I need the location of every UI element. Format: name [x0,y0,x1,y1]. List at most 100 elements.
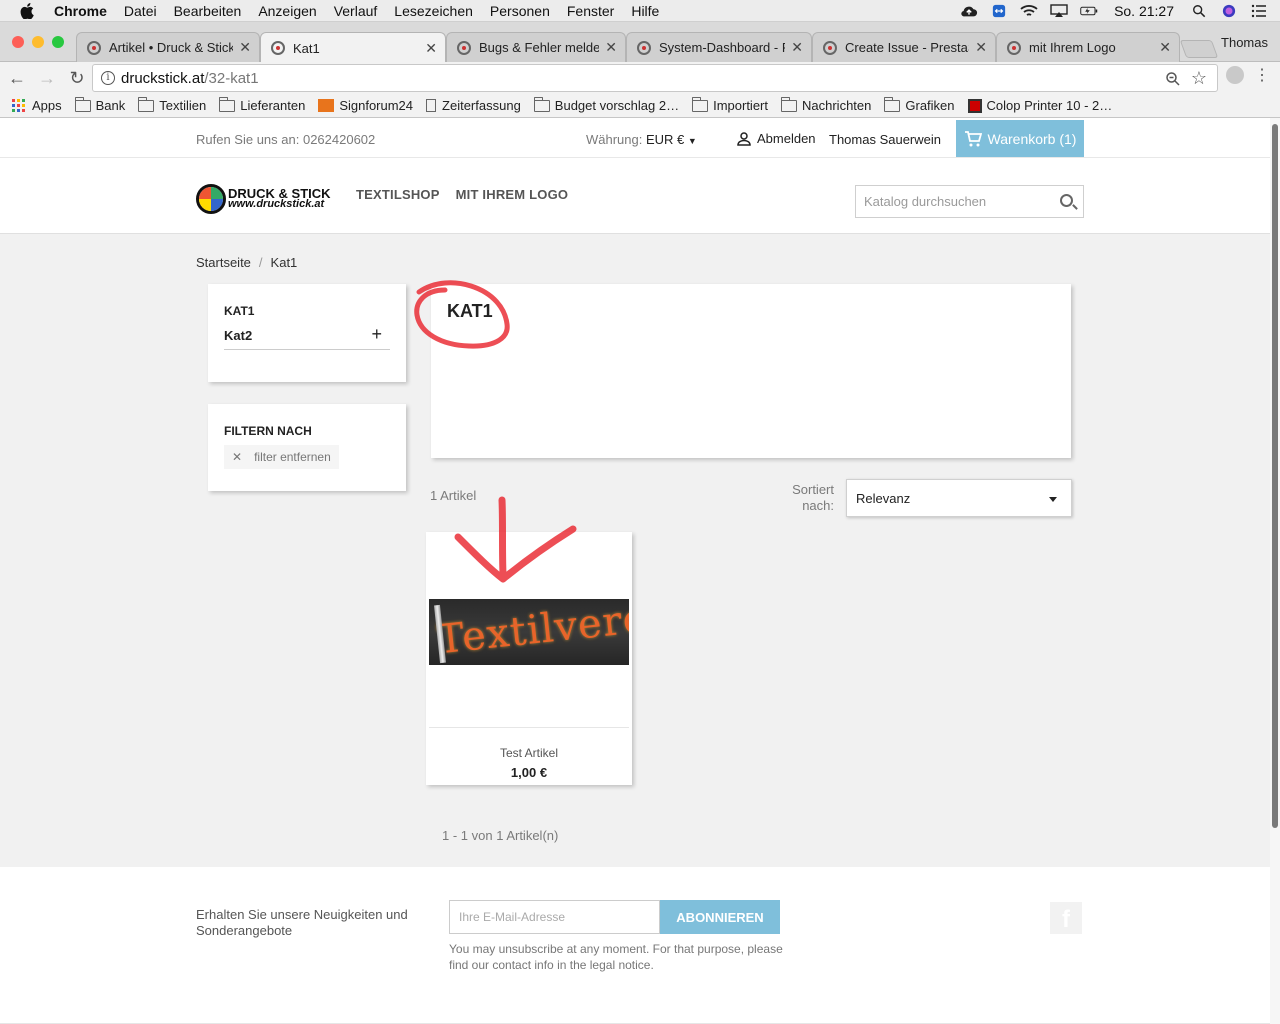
apple-icon[interactable] [20,2,36,19]
product-name[interactable]: Test Artikel [426,746,632,760]
sort-select[interactable]: Relevanz [846,479,1072,517]
bookmark-lieferanten[interactable]: Lieferanten [219,96,306,113]
tab-create-issue[interactable]: Create Issue - PrestaS ✕ [812,32,996,62]
url-path: /32-kat1 [204,69,259,87]
menu-app-name[interactable]: Chrome [54,3,107,19]
siri-icon[interactable] [1220,4,1238,18]
zoom-window-button[interactable] [52,36,64,48]
reload-icon[interactable]: ↻ [64,65,90,91]
menu-anzeigen[interactable]: Anzeigen [258,3,316,19]
menu-hilfe[interactable]: Hilfe [631,3,659,19]
pagination-summary: 1 - 1 von 1 Artikel(n) [442,828,559,843]
teamviewer-icon[interactable] [990,4,1008,18]
bookmark-zeiterfassung[interactable]: Zeiterfassung [426,98,521,113]
newsletter-text: Erhalten Sie unsere Neuigkeiten und Sond… [196,907,408,938]
bookmark-signforum24[interactable]: Signforum24 [318,98,413,113]
breadcrumb-home[interactable]: Startseite [196,255,251,270]
bookmark-nachrichten[interactable]: Nachrichten [781,96,871,113]
address-bar[interactable]: i druckstick.at/32-kat1 ☆ [92,64,1218,92]
tab-artikel[interactable]: Artikel • Druck & Stick ✕ [76,32,260,62]
site-info-icon[interactable]: i [101,71,115,85]
extension-icon[interactable] [1226,66,1244,84]
subscribe-button[interactable]: ABONNIEREN [660,900,780,934]
nav-textilshop[interactable]: TEXTILSHOP [356,187,440,202]
forward-arrow-icon[interactable]: → [34,65,60,91]
close-tab-icon[interactable]: ✕ [1159,39,1171,56]
email-placeholder: Ihre E-Mail-Adresse [459,910,566,924]
bookmark-bank[interactable]: Bank [74,96,125,113]
menu-fenster[interactable]: Fenster [567,3,614,19]
menu-lesezeichen[interactable]: Lesezeichen [394,3,473,19]
mac-menu-bar: Chrome Datei Bearbeiten Anzeigen Verlauf… [0,0,1280,22]
logout-link[interactable]: Abmelden [737,131,816,146]
category-tree-title[interactable]: KAT1 [224,304,254,318]
search-icon[interactable] [1060,194,1073,207]
tab-kat1[interactable]: Kat1 ✕ [260,32,446,63]
subcategory-item[interactable]: Kat2 + [224,324,390,350]
bookmark-grafiken[interactable]: Grafiken [884,96,955,113]
close-tab-icon[interactable]: ✕ [791,39,803,56]
tab-title: mit Ihrem Logo [1029,40,1116,55]
bookmark-label: Apps [32,98,62,113]
facebook-icon[interactable]: f [1050,902,1082,934]
product-image[interactable]: Textilvered [429,599,629,665]
close-window-button[interactable] [12,36,24,48]
logout-label: Abmelden [757,131,816,146]
close-tab-icon[interactable]: ✕ [239,39,251,56]
currency-value: EUR € [646,132,685,147]
new-tab-button[interactable] [1179,40,1219,58]
zoom-icon[interactable] [1165,71,1181,87]
tab-title: Artikel • Druck & Stick [109,40,234,55]
back-arrow-icon[interactable]: ← [4,65,30,91]
close-tab-icon[interactable]: ✕ [975,39,987,56]
catalog-search-input[interactable]: Katalog durchsuchen [855,185,1084,218]
bookmark-importiert[interactable]: Importiert [692,96,768,113]
site-favicon-icon [87,40,101,55]
expand-plus-icon[interactable]: + [371,324,382,345]
wifi-icon[interactable] [1020,4,1038,18]
menu-verlauf[interactable]: Verlauf [334,3,378,19]
bookmark-label: Lieferanten [240,98,306,113]
menu-personen[interactable]: Personen [490,3,550,19]
category-tree-block: KAT1 Kat2 + [208,284,406,382]
tab-mit-ihrem-logo[interactable]: mit Ihrem Logo ✕ [996,32,1180,62]
nav-mit-ihrem-logo[interactable]: MIT IHREM LOGO [456,187,569,202]
tab-bugs[interactable]: Bugs & Fehler melden ✕ [446,32,626,62]
close-tab-icon[interactable]: ✕ [425,40,437,57]
bookmark-apps[interactable]: Apps [12,98,62,113]
account-name-link[interactable]: Thomas Sauerwein [829,132,941,147]
bookmark-textilien[interactable]: Textilien [138,96,206,113]
menu-bearbeiten[interactable]: Bearbeiten [174,3,242,19]
cart-button[interactable]: Warenkorb (1) [956,120,1084,157]
scrollbar-thumb[interactable] [1272,124,1278,828]
shop-logo[interactable]: DRUCK & STICK www.druckstick.at [196,184,331,214]
notification-center-icon[interactable] [1250,4,1268,18]
menubar-clock[interactable]: So. 21:27 [1114,3,1174,19]
profile-button[interactable]: Thomas [1221,35,1268,50]
menu-datei[interactable]: Datei [124,3,157,19]
airplay-icon[interactable] [1050,4,1068,18]
chrome-menu-icon[interactable]: ⋮ [1254,66,1270,86]
folder-icon [533,96,550,112]
remove-filter-button[interactable]: ✕ filter entfernen [224,445,339,469]
bookmarks-bar: Apps Bank Textilien Lieferanten Signforu… [0,94,1280,118]
email-field[interactable]: Ihre E-Mail-Adresse [449,900,660,934]
bookmark-colop[interactable]: Colop Printer 10 - 2… [967,98,1112,113]
page-scrollbar[interactable] [1270,118,1280,1024]
spotlight-icon[interactable] [1190,4,1208,18]
site-favicon-icon [637,40,651,55]
cloud-upload-icon[interactable] [960,4,978,18]
breadcrumb-current[interactable]: Kat1 [271,255,298,270]
category-header-block: KAT1 [431,284,1071,458]
bookmark-label: Zeiterfassung [442,98,521,113]
minimize-window-button[interactable] [32,36,44,48]
window-controls [12,36,64,48]
battery-icon[interactable] [1080,4,1098,18]
tab-system-dashboard[interactable]: System-Dashboard - P ✕ [626,32,812,62]
bookmark-star-icon[interactable]: ☆ [1191,68,1207,89]
currency-selector[interactable]: Währung: EUR € ▼ [586,132,697,147]
bookmark-budget[interactable]: Budget vorschlag 2… [533,96,679,113]
product-card[interactable]: Textilvered Test Artikel 1,00 € [426,532,632,785]
close-icon: ✕ [232,450,243,464]
close-tab-icon[interactable]: ✕ [605,39,617,56]
